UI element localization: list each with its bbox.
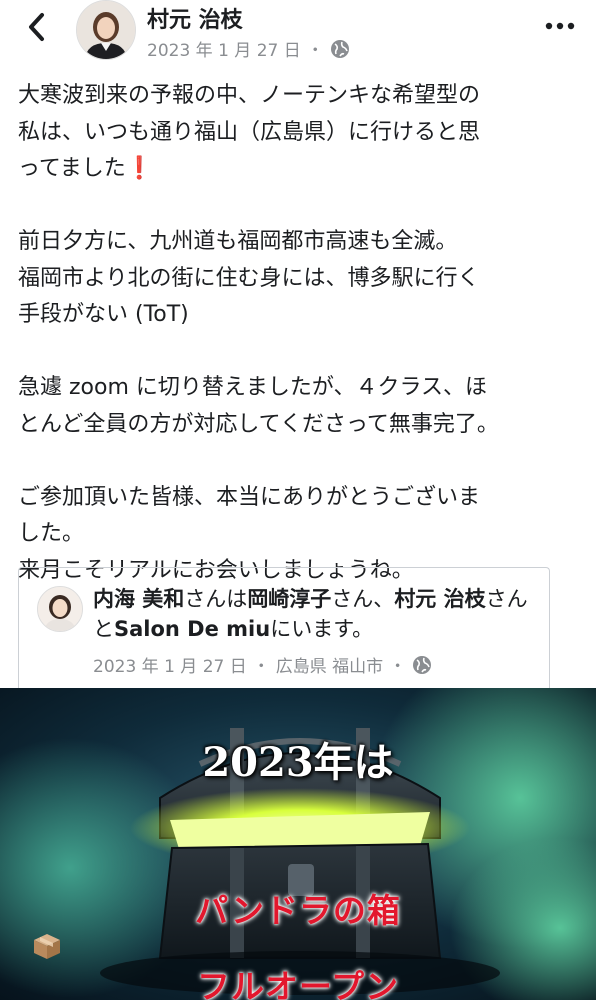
checkin-text: 内海 美和さんは岡崎淳子さん、村元 治枝さんとSalon De miuにいます。 bbox=[93, 584, 543, 644]
post-paragraph: 急遽 zoom に切り替えましたが、４クラス、ほ とんど全員の方が対応してくださ… bbox=[18, 375, 499, 437]
checkin-friend-link[interactable]: 岡崎淳子 bbox=[247, 587, 331, 611]
promo-subtitle-part: フルオープン bbox=[196, 967, 400, 1000]
shared-post-card[interactable]: 内海 美和さんは岡崎淳子さん、村元 治枝さんとSalon De miuにいます。… bbox=[18, 567, 550, 688]
checkin-particle: にいます。 bbox=[270, 617, 374, 641]
globe-icon[interactable] bbox=[330, 39, 350, 59]
chevron-left-icon bbox=[29, 13, 44, 41]
back-button[interactable] bbox=[22, 12, 52, 42]
shared-author-avatar[interactable] bbox=[37, 586, 83, 632]
checkin-meta: 2023 年 1 月 27 日 ・ 広島県 福山市 ・ bbox=[93, 652, 432, 677]
post-date[interactable]: 2023 年 1 月 27 日 bbox=[147, 36, 301, 61]
checkin-date[interactable]: 2023 年 1 月 27 日 bbox=[93, 652, 247, 677]
meta-separator: ・ bbox=[306, 41, 324, 61]
post-meta: 2023 年 1 月 27 日 ・ bbox=[147, 36, 350, 61]
post-body: 大寒波到来の予報の中、ノーテンキな希望型の 私は、いつも通り福山（広島県）に行け… bbox=[18, 78, 584, 626]
promo-title: 2023年は bbox=[202, 739, 394, 786]
post-paragraph: 前日夕方に、九州道も福岡都市高速も全滅。 福岡市より北の街に住む身には、博多駅に… bbox=[18, 229, 480, 327]
meta-separator: ・ bbox=[389, 657, 407, 677]
checkin-person-link[interactable]: 内海 美和 bbox=[93, 587, 184, 611]
checkin-particle: さん、 bbox=[331, 587, 395, 611]
more-options-button[interactable] bbox=[540, 14, 580, 38]
promo-subtitle-part: パンドラの箱 bbox=[195, 891, 401, 930]
checkin-particle: さんは bbox=[184, 587, 248, 611]
checkin-friend-link[interactable]: 村元 治枝 bbox=[394, 587, 485, 611]
exclamation-emoji: ❗ bbox=[125, 156, 154, 181]
post-image[interactable]: 2023年は パンドラの箱 フルオープン bbox=[0, 688, 596, 1000]
package-box-icon bbox=[34, 934, 60, 959]
post-paragraph: 大寒波到来の予報の中、ノーテンキな希望型の 私は、いつも通り福山（広島県）に行け… bbox=[18, 78, 584, 188]
checkin-place-link[interactable]: Salon De miu bbox=[114, 617, 270, 641]
meta-separator: ・ bbox=[252, 657, 270, 677]
promo-subtitle: パンドラの箱 フルオープン bbox=[30, 884, 566, 1000]
post-header: 村元 治枝 2023 年 1 月 27 日 ・ bbox=[0, 0, 596, 70]
author-name[interactable]: 村元 治枝 bbox=[147, 2, 243, 34]
post-paragraph-text: 大寒波到来の予報の中、ノーテンキな希望型の 私は、いつも通り福山（広島県）に行け… bbox=[18, 83, 481, 181]
checkin-location[interactable]: 広島県 福山市 bbox=[276, 652, 383, 677]
author-avatar[interactable] bbox=[76, 0, 136, 60]
more-horizontal-icon bbox=[545, 22, 575, 30]
globe-icon[interactable] bbox=[412, 655, 432, 675]
